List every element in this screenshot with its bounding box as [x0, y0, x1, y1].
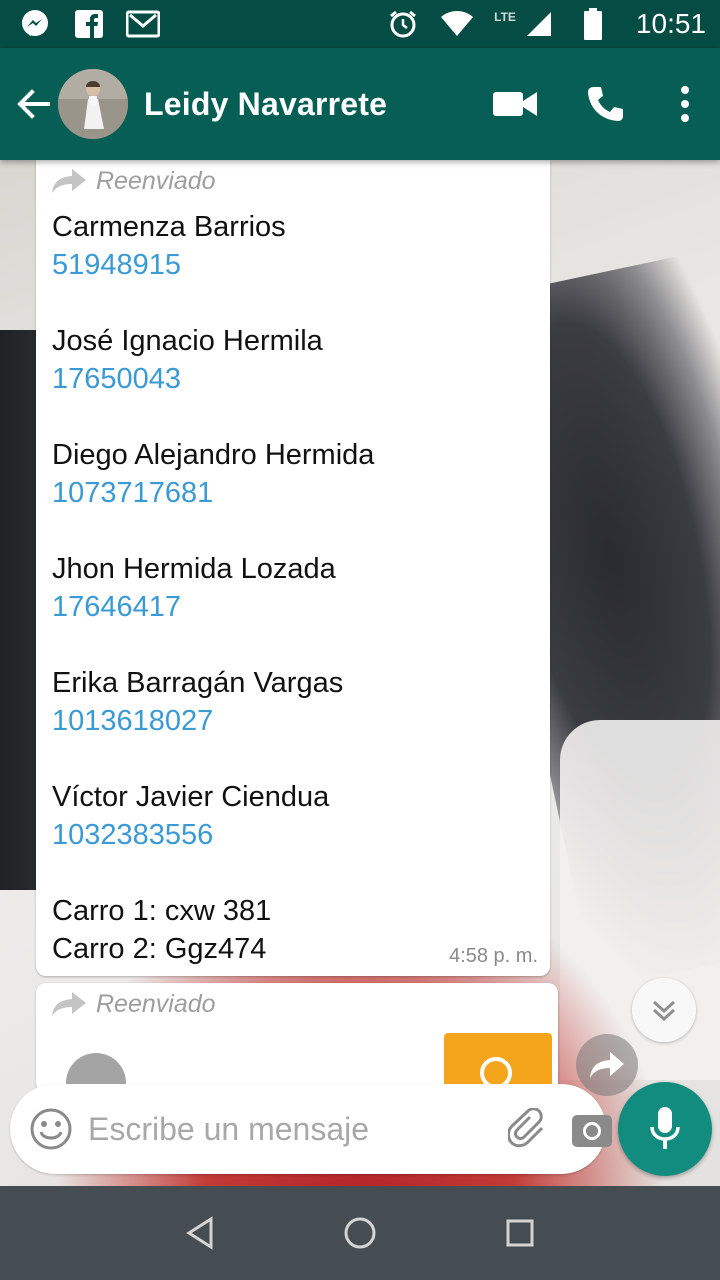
more-options-button[interactable]	[650, 48, 720, 160]
phone-link[interactable]: 1073717681	[52, 474, 534, 512]
nav-recents-button[interactable]	[480, 1193, 560, 1273]
message-time: 4:58 p. m.	[449, 945, 538, 967]
facebook-icon	[72, 7, 106, 41]
nav-back-button[interactable]	[160, 1193, 240, 1273]
forward-icon	[52, 992, 86, 1016]
attach-button[interactable]	[508, 1105, 550, 1153]
contact-entry: Jhon Hermida Lozada 17646417	[52, 550, 534, 626]
emoji-button[interactable]	[30, 1105, 72, 1153]
voice-message-button[interactable]	[618, 1082, 712, 1176]
wifi-icon	[440, 7, 474, 41]
voice-call-button[interactable]	[560, 48, 650, 160]
entry-name: Carmenza Barrios	[52, 211, 286, 243]
chat-header: Leidy Navarrete	[0, 48, 720, 160]
entry-name: Diego Alejandro Hermida	[52, 439, 375, 471]
forward-icon	[590, 1052, 624, 1078]
entry-name: Erika Barragán Vargas	[52, 667, 344, 699]
arrow-back-icon	[17, 89, 50, 119]
phone-link[interactable]: 17650043	[52, 360, 534, 398]
message-bubble[interactable]: Reenviado	[36, 983, 558, 1093]
message-composer	[10, 1084, 612, 1174]
phone-link[interactable]: 51948915	[52, 246, 534, 284]
signal-icon	[522, 7, 556, 41]
messenger-icon	[18, 7, 52, 41]
message-input[interactable]	[88, 1110, 508, 1148]
battery-icon	[576, 7, 610, 41]
paperclip-icon	[508, 1108, 544, 1148]
contact-entry: Víctor Javier Ciendua 1032383556	[52, 778, 534, 854]
triangle-back-icon	[186, 1216, 213, 1250]
camera-icon	[572, 1115, 612, 1147]
forward-button[interactable]	[576, 1034, 638, 1096]
contact-name[interactable]: Leidy Navarrete	[144, 86, 470, 123]
contact-entry: Carmenza Barrios 51948915	[52, 208, 534, 284]
video-call-icon	[493, 92, 537, 116]
entry-name: Jhon Hermida Lozada	[52, 553, 336, 585]
alarm-icon	[386, 7, 420, 41]
forwarded-label: Reenviado	[96, 989, 216, 1018]
forwarded-indicator: Reenviado	[52, 989, 542, 1019]
more-options-icon	[681, 86, 689, 122]
contact-entry: Erika Barragán Vargas 1013618027	[52, 664, 534, 740]
car-1-text: Carro 1: cxw 381	[52, 895, 272, 927]
phone-link[interactable]: 17646417	[52, 588, 534, 626]
phone-link[interactable]: 1032383556	[52, 816, 534, 854]
microphone-icon	[650, 1107, 680, 1149]
double-chevron-down-icon	[652, 1000, 676, 1022]
forwarded-indicator: Reenviado	[52, 166, 534, 196]
contact-entry: Diego Alejandro Hermida 1073717681	[52, 436, 534, 512]
system-nav-bar	[0, 1186, 720, 1280]
video-call-button[interactable]	[470, 48, 560, 160]
entry-name: Víctor Javier Ciendua	[52, 781, 330, 813]
status-bar: LTE 10:51	[0, 0, 720, 48]
back-button[interactable]	[6, 48, 62, 160]
forwarded-label: Reenviado	[96, 166, 216, 195]
phone-link[interactable]: 1013618027	[52, 702, 534, 740]
contact-entry: José Ignacio Hermila 17650043	[52, 322, 534, 398]
scroll-to-bottom-button[interactable]	[632, 978, 696, 1042]
nav-home-button[interactable]	[320, 1193, 400, 1273]
contact-photo	[58, 69, 128, 139]
message-bubble[interactable]: Reenviado Carmenza Barrios 51948915 José…	[36, 160, 550, 976]
avatar[interactable]	[58, 69, 128, 139]
clock: 10:51	[635, 8, 706, 39]
network-type: LTE	[494, 10, 516, 24]
square-recents-icon	[506, 1219, 534, 1247]
camera-button[interactable]	[572, 1105, 612, 1153]
voice-call-icon	[588, 87, 623, 121]
circle-home-icon	[344, 1217, 376, 1249]
emoji-icon	[30, 1108, 72, 1150]
forward-icon	[52, 169, 86, 193]
entry-name: José Ignacio Hermila	[52, 325, 323, 357]
gmail-icon	[126, 7, 160, 41]
chat-area[interactable]: Reenviado Carmenza Barrios 51948915 José…	[0, 160, 720, 1186]
